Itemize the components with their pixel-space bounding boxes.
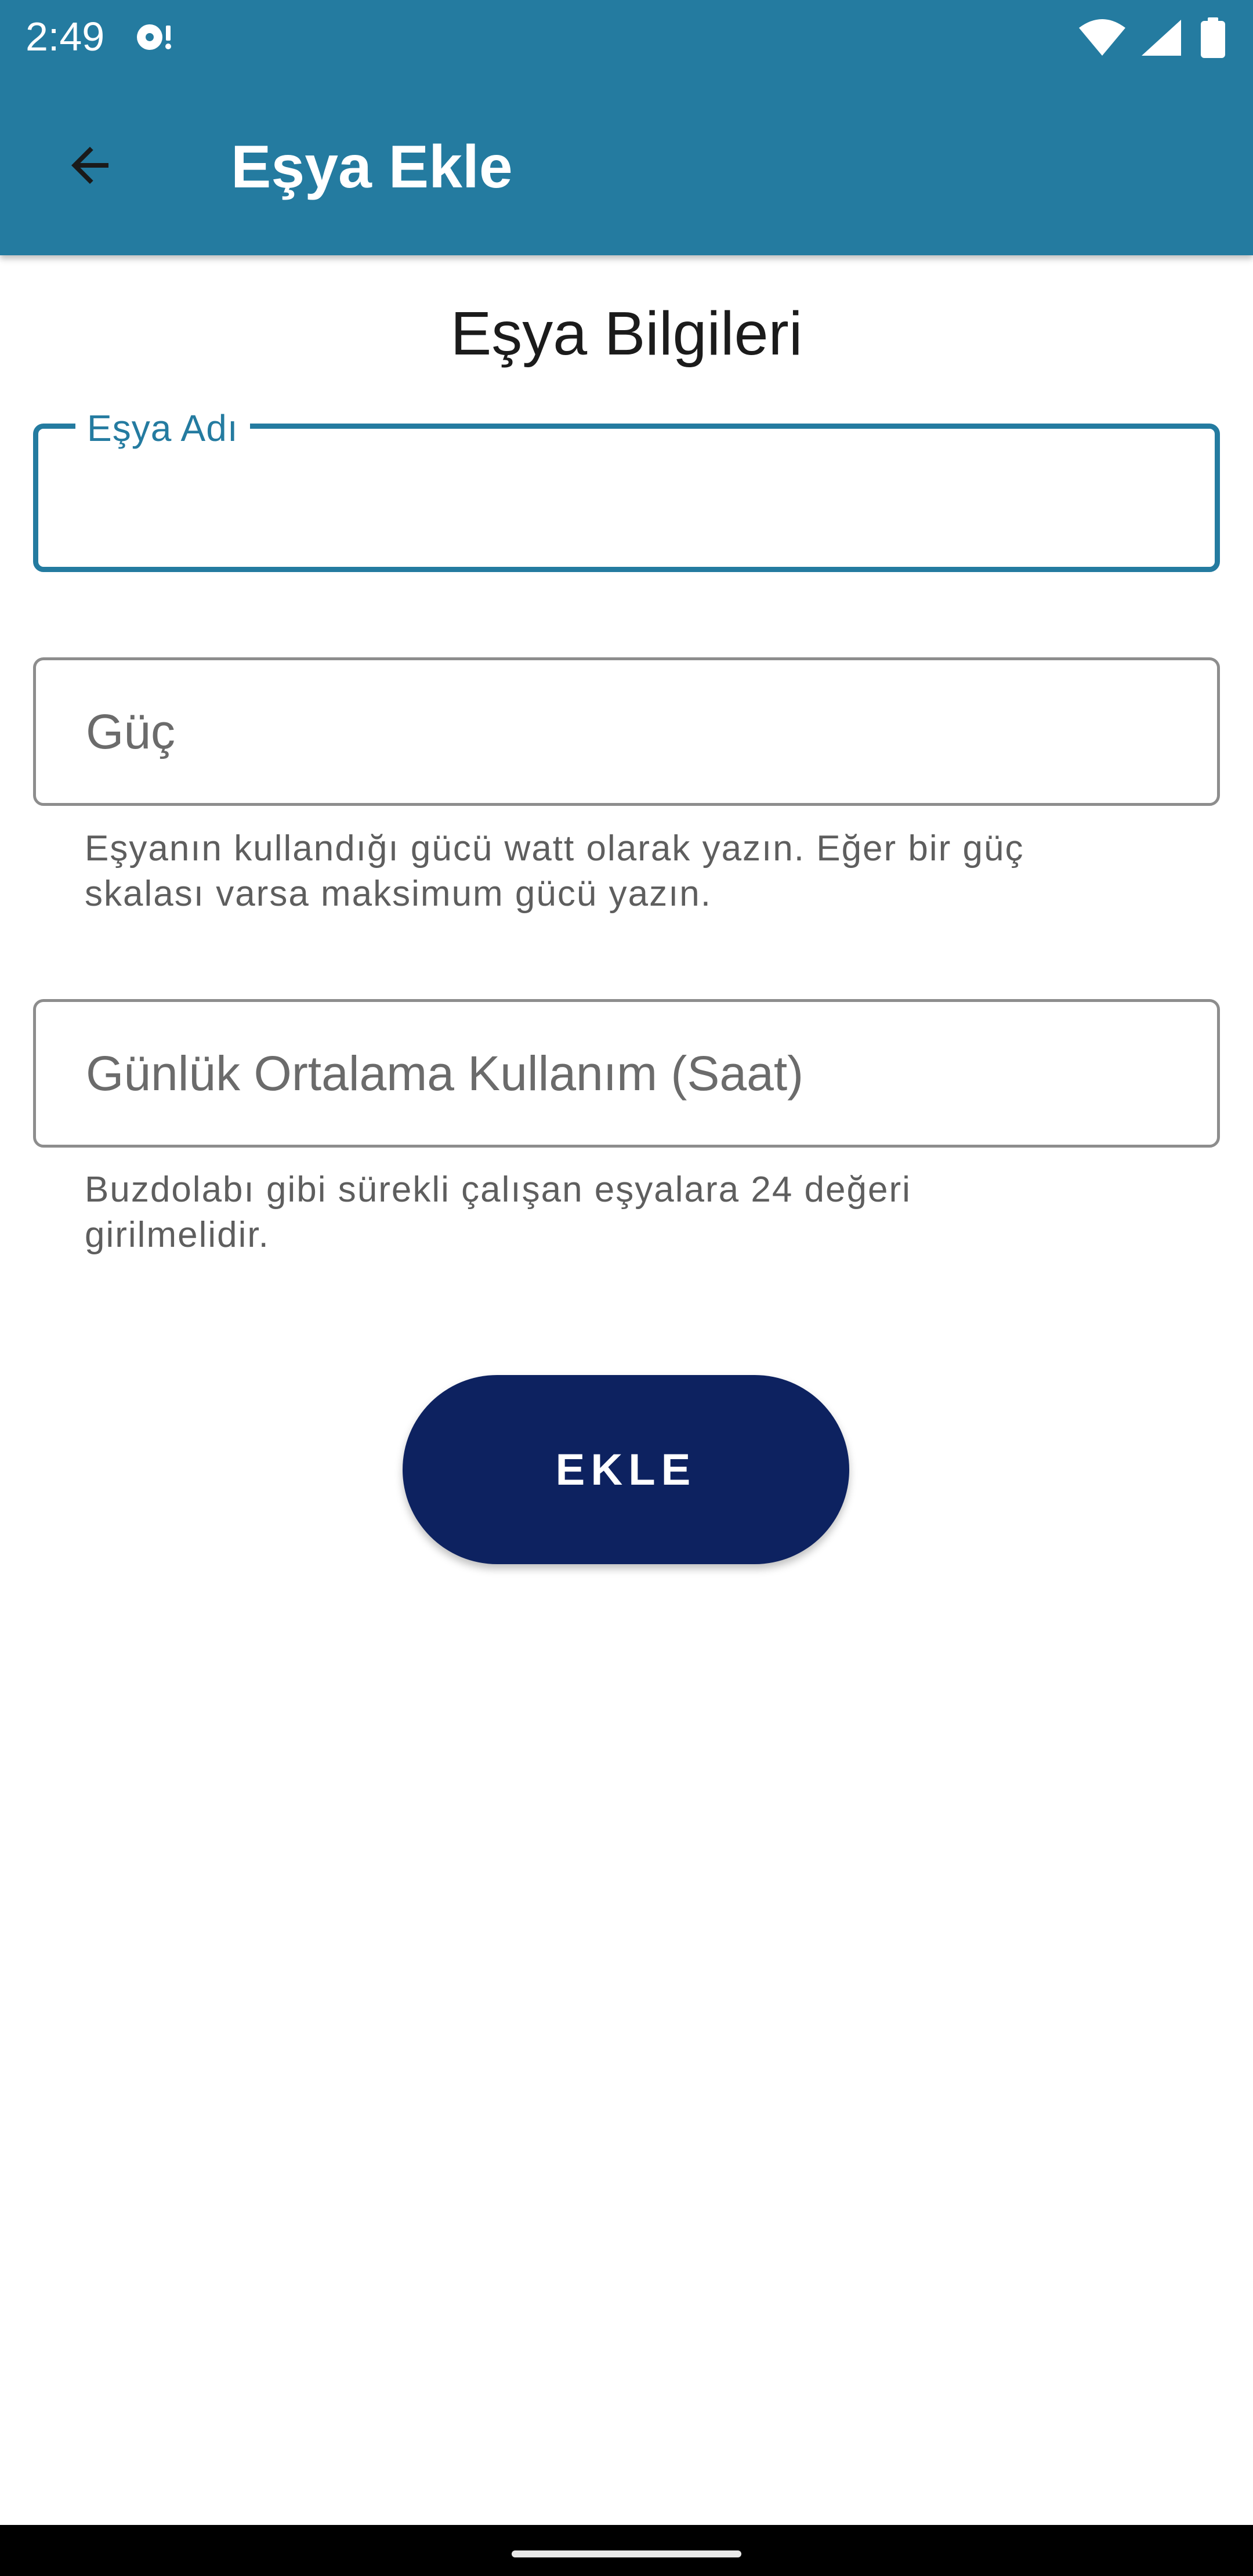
wifi-icon <box>1079 19 1125 56</box>
add-button[interactable]: EKLE <box>403 1375 849 1564</box>
home-gesture-handle[interactable] <box>512 2550 741 2557</box>
back-button[interactable] <box>46 122 133 209</box>
power-field[interactable] <box>33 657 1220 806</box>
page-title: Eşya Ekle <box>231 133 513 201</box>
daily-usage-helper-text: Buzdolabı gibi sürekli çalışan eşyalara … <box>85 1170 911 1255</box>
item-name-label: Eşya Adı <box>75 406 250 450</box>
app-bar: 2:49 Eşya Ekle <box>0 0 1253 255</box>
power-input[interactable] <box>85 660 1182 803</box>
item-name-input[interactable] <box>87 429 1180 567</box>
system-nav-bar <box>0 2525 1253 2576</box>
media-notification-icon <box>137 24 171 50</box>
daily-usage-field[interactable] <box>33 999 1220 1148</box>
section-heading: Eşya Bilgileri <box>450 299 803 368</box>
status-time: 2:49 <box>26 14 105 59</box>
battery-icon <box>1201 17 1225 58</box>
daily-usage-input[interactable] <box>85 1002 1182 1145</box>
arrow-back-icon <box>71 147 108 184</box>
screen: 2:49 Eşya Ekle Eşya Bilgileri Eşya Adı G… <box>0 0 1253 2576</box>
cell-signal-icon <box>1142 20 1181 56</box>
power-helper-text: Eşyanın kullandığı gücü watt olarak yazı… <box>85 828 1024 914</box>
status-icons <box>1078 17 1227 58</box>
